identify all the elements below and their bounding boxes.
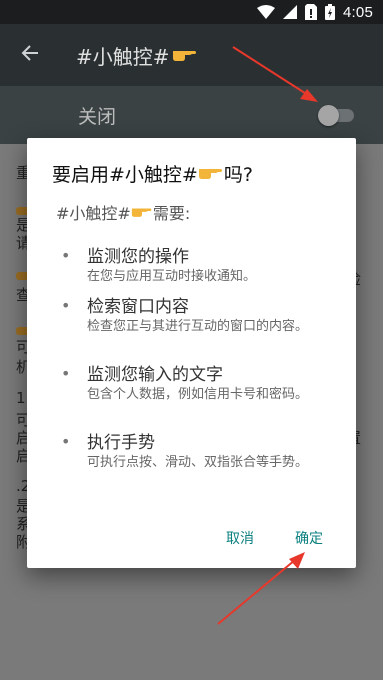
pointing-hand-icon [198, 163, 224, 185]
signal-icon [283, 5, 297, 19]
battery-icon [325, 4, 335, 20]
permission-desc: 可执行点按、滑动、双指张合等手势。 [87, 455, 309, 470]
dialog-title-prefix: 要启用#小触控# [52, 164, 198, 186]
bullet: • [61, 296, 71, 315]
bullet: • [61, 246, 71, 265]
bullet: • [61, 364, 71, 383]
wifi-icon [257, 5, 275, 19]
no-sim-icon [305, 4, 317, 20]
permission-item: • 检索窗口内容 检查您正与其进行互动的窗口的内容。 [61, 296, 331, 336]
bg-text: 1 [16, 389, 26, 407]
ok-button[interactable]: 确定 [295, 528, 323, 548]
status-bar: 4:05 [0, 0, 383, 24]
app-title: #小触控# [76, 41, 198, 70]
toggle-thumb [318, 105, 339, 126]
switch-row: 关闭 [0, 86, 383, 144]
app-bar: #小触控# [0, 24, 383, 86]
back-button[interactable] [2, 24, 58, 86]
permission-desc: 检查您正与其进行互动的窗口的内容。 [87, 319, 309, 334]
permission-title: 执行手势 [87, 433, 155, 453]
permission-title: 监测您输入的文字 [87, 365, 223, 385]
dialog-subtitle-prefix: #小触控# [56, 204, 131, 223]
dialog-subtitle-suffix: 需要: [152, 204, 191, 223]
permission-desc: 包含个人数据，例如信用卡号和密码。 [87, 387, 309, 402]
permission-dialog: 要启用#小触控# 吗? #小触控# 需要: • 监测您的操作 在您与应用互动时接… [27, 138, 356, 568]
permission-item: • 监测您的操作 在您与应用互动时接收通知。 [61, 246, 331, 286]
permission-desc: 在您与应用互动时接收通知。 [87, 269, 257, 284]
dialog-title: 要启用#小触控# 吗? [52, 160, 253, 187]
permission-title: 检索窗口内容 [87, 297, 189, 317]
back-arrow-icon [21, 44, 39, 66]
permission-title: 监测您的操作 [87, 247, 189, 267]
switch-label: 关闭 [78, 106, 117, 128]
cancel-button[interactable]: 取消 [226, 528, 254, 548]
permission-item: • 执行手势 可执行点按、滑动、双指张合等手势。 [61, 432, 331, 472]
dialog-subtitle: #小触控# 需要: [56, 200, 190, 224]
bullet: • [61, 432, 71, 451]
status-time: 4:05 [343, 3, 373, 21]
permission-item: • 监测您输入的文字 包含个人数据，例如信用卡号和密码。 [61, 364, 331, 404]
pointing-hand-icon [172, 43, 198, 67]
service-toggle[interactable] [318, 105, 354, 126]
app-title-text: #小触控# [76, 44, 170, 69]
dialog-title-suffix: 吗? [223, 164, 253, 186]
pointing-hand-icon [131, 203, 153, 222]
